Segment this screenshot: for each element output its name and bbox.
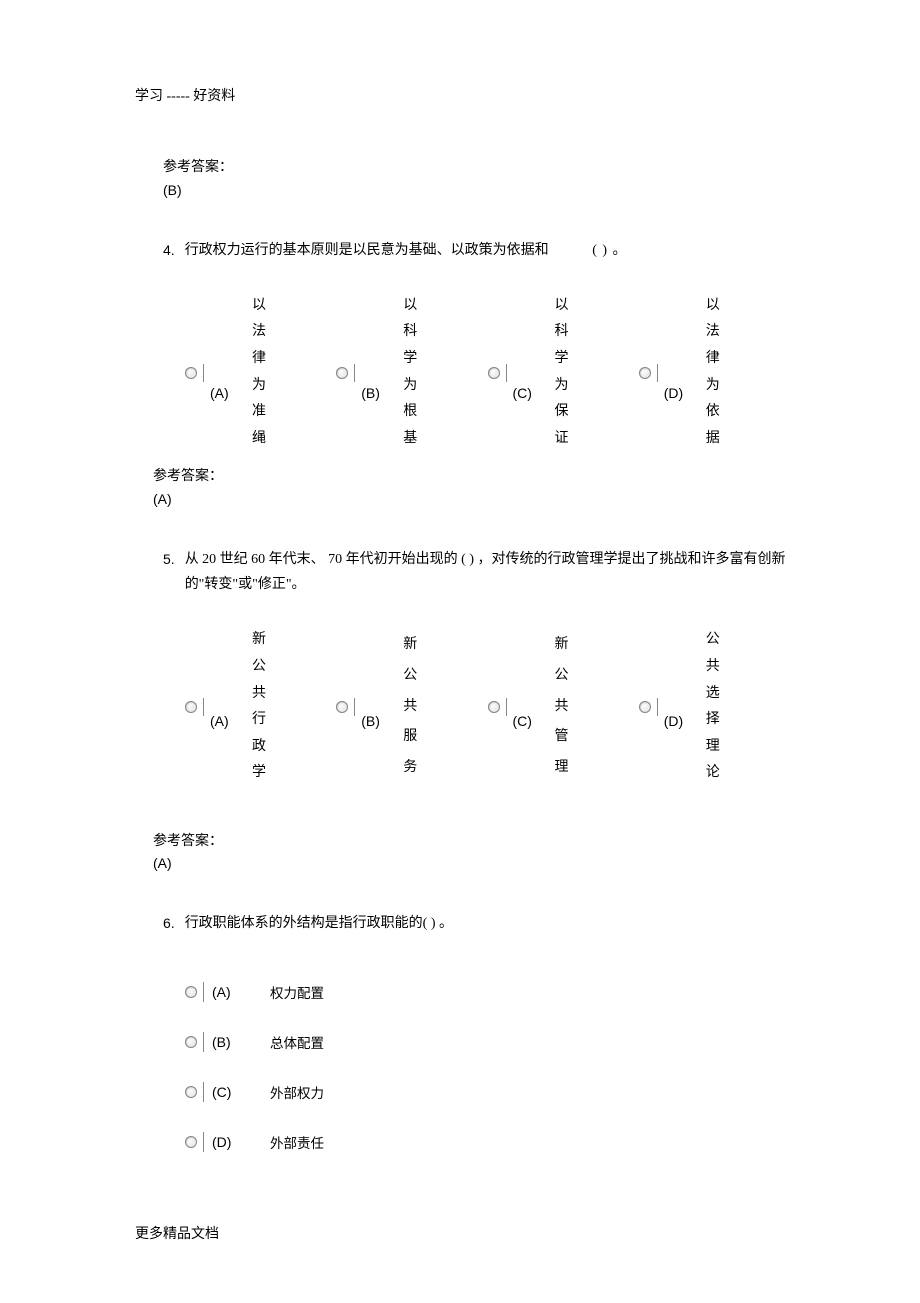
option-text: 外部权力 [270,1082,324,1102]
option-text: 新公共行政学 [252,627,266,787]
option-text: 公共选择理论 [706,627,720,787]
divider [506,364,507,382]
q5-option-d[interactable]: (D) 公共选择理论 [639,627,790,787]
question-6: 6. 行政职能体系的外结构是指行政职能的( ) 。 [163,911,790,936]
option-letter: (A) [212,984,252,1000]
divider [657,698,658,716]
option-letter: (B) [212,1034,252,1050]
question-text-main: 行政权力运行的基本原则是以民意为基础、以政策为依据和 [185,243,549,258]
option-letter: (C) [212,1084,252,1100]
question-number: 4. [163,238,185,263]
radio-icon[interactable] [336,701,348,713]
radio-icon[interactable] [185,1136,197,1148]
previous-answer: (B) [163,182,790,198]
q4-option-a[interactable]: (A) 以法律为准绳 [185,293,336,453]
option-letter: (A) [210,713,232,729]
divider [657,364,658,382]
radio-icon[interactable] [185,367,197,379]
option-text: 以科学为保证 [555,293,569,453]
divider [203,982,204,1002]
divider [354,364,355,382]
option-text: 外部责任 [270,1132,324,1152]
divider [354,698,355,716]
radio-icon[interactable] [185,701,197,713]
divider [203,1132,204,1152]
question-number: 6. [163,911,185,936]
radio-icon[interactable] [185,1036,197,1048]
option-letter: (C) [513,385,535,401]
q6-option-a[interactable]: (A) 权力配置 [185,967,790,1017]
option-text: 以法律为依据 [706,293,720,453]
option-letter: (D) [664,385,686,401]
page-footer: 更多精品文档 [135,1223,219,1243]
page-header: 学习 ----- 好资料 [135,85,790,105]
radio-icon[interactable] [336,367,348,379]
divider [203,1032,204,1052]
question-text: 行政权力运行的基本原则是以民意为基础、以政策为依据和 ( ) 。 [185,238,790,263]
divider [203,1082,204,1102]
q4-option-b[interactable]: (B) 以科学为根基 [336,293,487,453]
question-number: 5. [163,547,185,597]
option-letter: (C) [513,713,535,729]
q6-option-d[interactable]: (D) 外部责任 [185,1117,790,1167]
option-letter: (D) [212,1134,252,1150]
answer-label: 参考答案： [153,464,790,491]
option-letter: (D) [664,713,686,729]
radio-icon[interactable] [639,701,651,713]
divider [203,698,204,716]
q6-option-c[interactable]: (C) 外部权力 [185,1067,790,1117]
radio-icon[interactable] [488,367,500,379]
q4-answer: (A) [153,491,790,507]
answer-label: 参考答案： [153,829,790,856]
option-text: 总体配置 [270,1032,324,1052]
radio-icon[interactable] [639,367,651,379]
option-text: 新公共管理 [555,630,569,784]
option-text: 以法律为准绳 [252,293,266,453]
q5-option-a[interactable]: (A) 新公共行政学 [185,627,336,787]
divider [203,364,204,382]
q4-options-row: (A) 以法律为准绳 (B) 以科学为根基 (C) 以科学为保证 (D) [185,293,790,453]
q6-options: (A) 权力配置 (B) 总体配置 (C) 外部权力 (D) 外部责任 [185,967,790,1167]
q5-option-c[interactable]: (C) 新公共管理 [488,627,639,787]
option-text: 新公共服务 [403,630,417,784]
question-5: 5. 从 20 世纪 60 年代末、 70 年代初开始出现的 ( ) ，对传统的… [163,547,790,597]
question-4: 4. 行政权力运行的基本原则是以民意为基础、以政策为依据和 ( ) 。 [163,238,790,263]
question-text: 行政职能体系的外结构是指行政职能的( ) 。 [185,911,790,936]
q4-option-d[interactable]: (D) 以法律为依据 [639,293,790,453]
option-text: 以科学为根基 [403,293,417,453]
option-text: 权力配置 [270,982,324,1002]
q5-option-b[interactable]: (B) 新公共服务 [336,627,487,787]
answer-label: 参考答案： [163,155,790,182]
q5-answer: (A) [153,855,790,871]
q6-option-b[interactable]: (B) 总体配置 [185,1017,790,1067]
radio-icon[interactable] [488,701,500,713]
q5-options-row: (A) 新公共行政学 (B) 新公共服务 (C) 新公共管理 (D) [185,627,790,787]
question-blank: ( ) 。 [592,243,627,258]
question-text: 从 20 世纪 60 年代末、 70 年代初开始出现的 ( ) ，对传统的行政管… [185,547,790,597]
radio-icon[interactable] [185,986,197,998]
option-letter: (B) [361,713,383,729]
divider [506,698,507,716]
radio-icon[interactable] [185,1086,197,1098]
option-letter: (A) [210,385,232,401]
q4-option-c[interactable]: (C) 以科学为保证 [488,293,639,453]
option-letter: (B) [361,385,383,401]
